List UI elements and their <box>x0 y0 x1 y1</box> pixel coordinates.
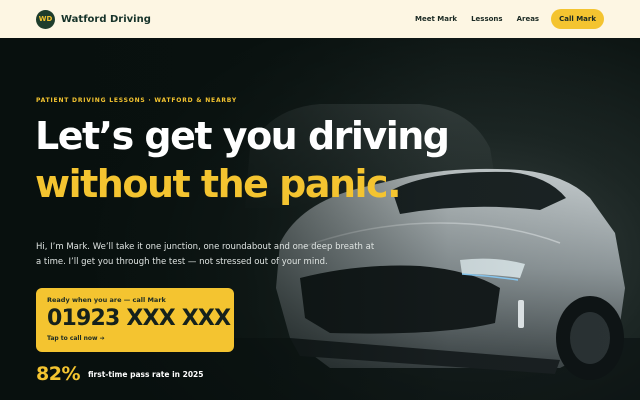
nav-link-meet-mark[interactable]: Meet Mark <box>415 15 457 23</box>
pass-rate-stat: 82% first-time pass rate in 2025 <box>36 363 203 385</box>
nav-link-lessons[interactable]: Lessons <box>471 15 503 23</box>
hero-intro: Hi, I’m Mark. We’ll take it one junction… <box>36 242 375 267</box>
call-card[interactable]: Ready when you are — call Mark 01923 XXX… <box>36 288 234 352</box>
pass-rate-value: 82% <box>36 363 80 385</box>
brand-name: Watford Driving <box>61 13 151 25</box>
nav-links: Meet Mark Lessons Areas Call Mark <box>415 9 604 29</box>
tap-to-call-label: Tap to call now ➔ <box>47 335 105 342</box>
brand[interactable]: WD Watford Driving <box>36 9 151 29</box>
pass-rate-label: first-time pass rate in 2025 <box>87 369 204 379</box>
logo-badge: WD <box>36 9 55 29</box>
phone-number: 01923 XXX XXX <box>47 306 231 331</box>
nav-link-areas[interactable]: Areas <box>517 15 540 23</box>
hero-section: PATIENT DRIVING LESSONS · WATFORD & NEAR… <box>0 38 640 400</box>
top-nav: WD Watford Driving Meet Mark Lessons Are… <box>0 0 640 38</box>
hero-headline-line1: Let’s get you driving <box>35 114 450 158</box>
hero-headline-line2: without the panic. <box>35 162 402 206</box>
call-card-kicker: Ready when you are — call Mark <box>47 296 166 304</box>
call-mark-button[interactable]: Call Mark <box>551 9 604 29</box>
hero-eyebrow: PATIENT DRIVING LESSONS · WATFORD & NEAR… <box>36 97 237 104</box>
